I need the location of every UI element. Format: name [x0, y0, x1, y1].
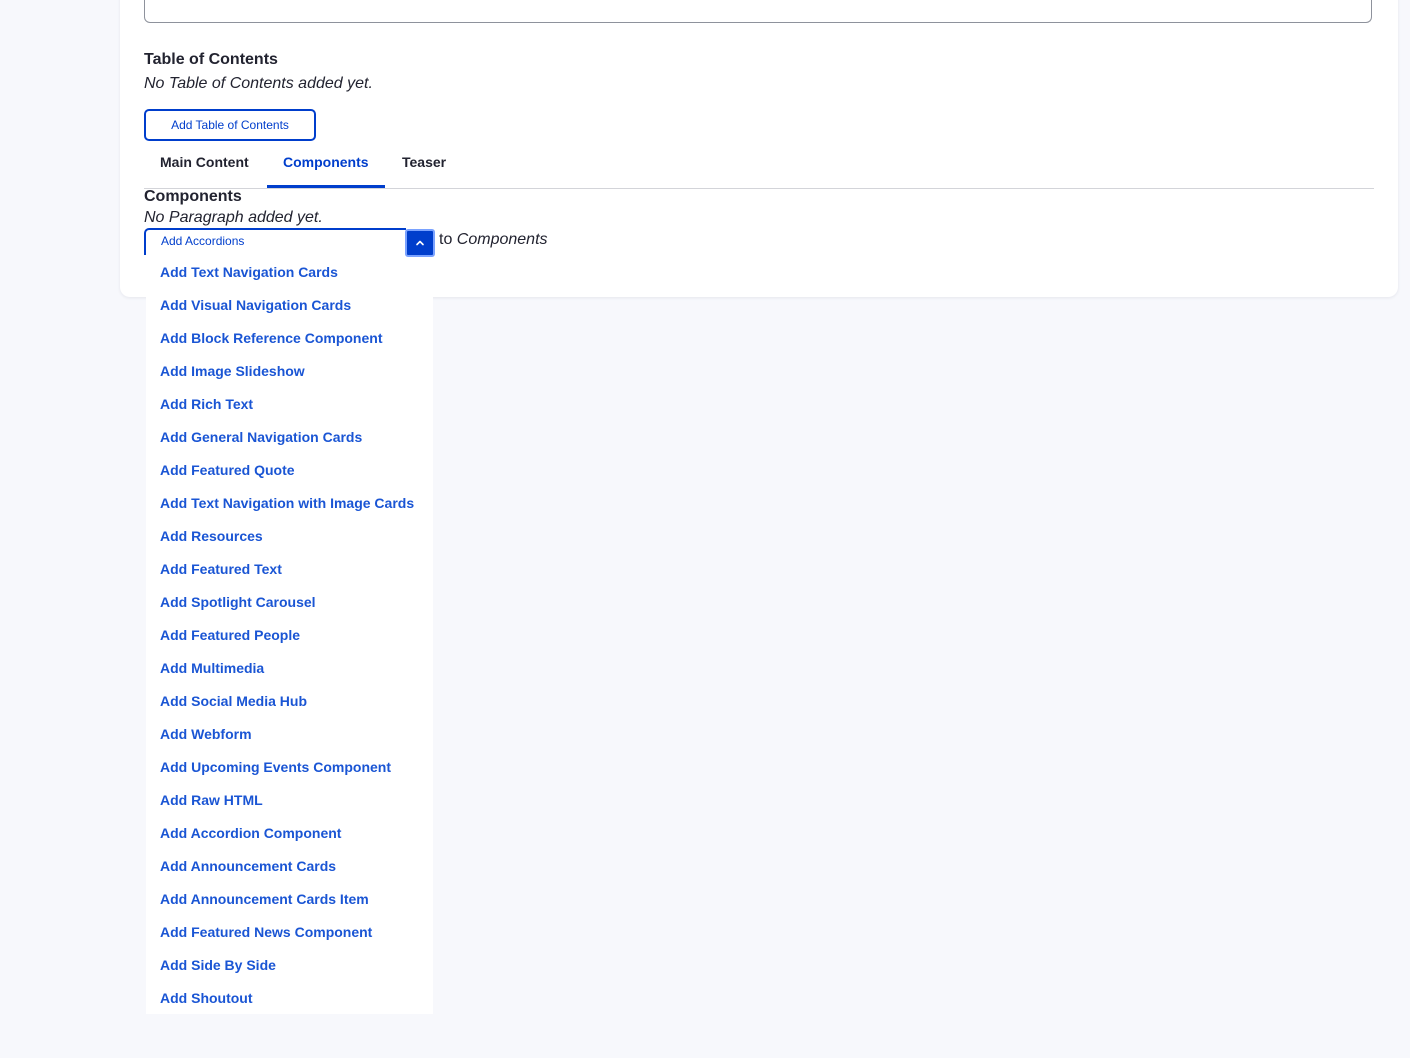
dropdown-item[interactable]: Add Upcoming Events Component: [160, 759, 391, 775]
components-heading: Components: [144, 188, 242, 205]
chevron-up-icon: [416, 240, 424, 246]
dropdown-item[interactable]: Add Accordion Component: [160, 825, 341, 841]
tab-bar: Main Content Components Teaser: [144, 144, 1374, 189]
tab-main-content[interactable]: Main Content: [144, 144, 265, 187]
dropdown-item[interactable]: Add Side By Side: [160, 957, 276, 973]
content-card: Table of Contents No Table of Contents a…: [120, 0, 1398, 297]
dropdown-item[interactable]: Add Block Reference Component: [160, 330, 382, 346]
dropdown-item[interactable]: Add Announcement Cards: [160, 858, 336, 874]
dropdown-item[interactable]: Add Multimedia: [160, 660, 264, 676]
dropdown-item[interactable]: Add Shoutout: [160, 990, 253, 1006]
dropdown-item[interactable]: Add General Navigation Cards: [160, 429, 362, 445]
dropdown-item[interactable]: Add Image Slideshow: [160, 363, 305, 379]
add-table-of-contents-button[interactable]: Add Table of Contents: [144, 109, 316, 141]
dropdown-toggle-button[interactable]: [405, 229, 435, 257]
dropdown-item[interactable]: Add Featured News Component: [160, 924, 372, 940]
dropdown-item[interactable]: Add Announcement Cards Item: [160, 891, 369, 907]
dropdown-item[interactable]: Add Featured Text: [160, 561, 282, 577]
dropdown-item[interactable]: Add Text Navigation Cards: [160, 264, 338, 280]
dropdown-item[interactable]: Add Webform: [160, 726, 252, 742]
to-prefix: to: [439, 231, 453, 248]
toc-heading: Table of Contents: [144, 51, 278, 68]
tab-teaser[interactable]: Teaser: [386, 144, 462, 187]
components-empty-message: No Paragraph added yet.: [144, 209, 323, 226]
dropdown-item[interactable]: Add Social Media Hub: [160, 693, 307, 709]
dropdown-item[interactable]: Add Rich Text: [160, 396, 253, 412]
add-paragraph-select[interactable]: Add Accordions: [144, 228, 406, 255]
dropdown-item[interactable]: Add Raw HTML: [160, 792, 263, 808]
to-target: Components: [456, 231, 548, 248]
add-to-label: to Components: [439, 231, 548, 249]
add-paragraph-dropdown-menu: Add Text Navigation Cards Add Visual Nav…: [146, 257, 433, 1014]
toc-empty-message: No Table of Contents added yet.: [144, 75, 373, 92]
dropdown-item[interactable]: Add Visual Navigation Cards: [160, 297, 351, 313]
dropdown-item[interactable]: Add Resources: [160, 528, 263, 544]
dropdown-item[interactable]: Add Text Navigation with Image Cards: [160, 495, 414, 511]
dropdown-item[interactable]: Add Featured Quote: [160, 462, 295, 478]
dropdown-item[interactable]: Add Spotlight Carousel: [160, 594, 316, 610]
text-field[interactable]: [144, 0, 1372, 23]
tab-components[interactable]: Components: [267, 144, 385, 188]
dropdown-item[interactable]: Add Featured People: [160, 627, 300, 643]
